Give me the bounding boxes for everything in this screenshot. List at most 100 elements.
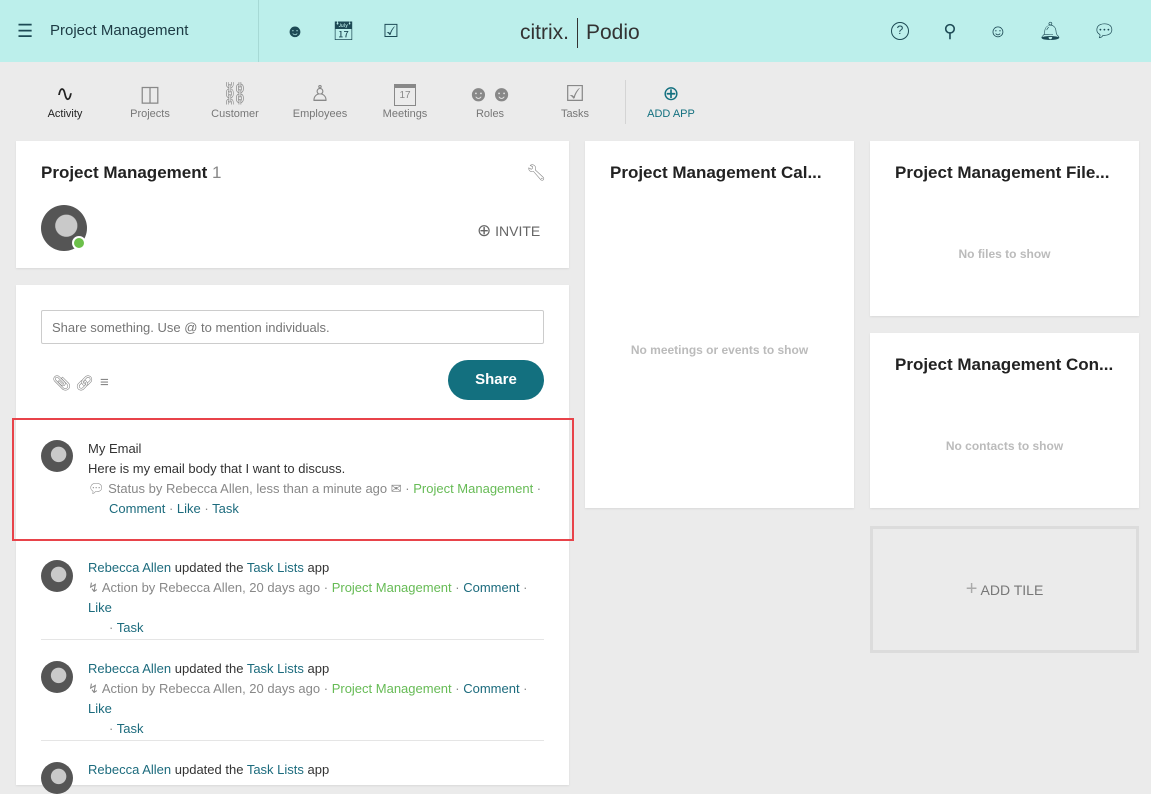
comment-link[interactable]: Comment bbox=[463, 580, 519, 595]
author-link[interactable]: Rebecca Allen bbox=[159, 580, 242, 595]
app-label: Roles bbox=[475, 108, 505, 120]
employee-icon: ♙ bbox=[310, 81, 330, 106]
roles-icon: ☻☻ bbox=[466, 81, 514, 106]
workspace-link[interactable]: Project Management bbox=[332, 681, 452, 696]
object-link[interactable]: Task Lists bbox=[247, 762, 304, 777]
bolt-icon: ↯ bbox=[88, 681, 99, 696]
app-meetings[interactable]: 17 Meetings bbox=[365, 80, 445, 120]
feed-title[interactable]: My Email bbox=[88, 439, 548, 459]
logo-citrix: citrix. bbox=[520, 21, 569, 44]
members-icon[interactable]: ☻ bbox=[284, 20, 306, 42]
invite-button[interactable]: ⊕ INVITE bbox=[477, 221, 540, 241]
app-projects[interactable]: ◫ Projects bbox=[110, 80, 190, 120]
link-icon[interactable]: 🔗︎ bbox=[75, 374, 94, 392]
app-activity[interactable]: ∿ Activity bbox=[25, 80, 105, 120]
avatar[interactable] bbox=[41, 560, 73, 592]
feed-actions: Comment · Like · Task bbox=[109, 501, 239, 516]
object-link[interactable]: Task Lists bbox=[247, 661, 304, 676]
projects-icon: ◫ bbox=[139, 81, 161, 106]
feed-meta: ↯ Action by Rebecca Allen, 20 days ago ·… bbox=[88, 681, 528, 716]
workspace-link[interactable]: Project Management bbox=[413, 481, 533, 496]
feed-item: My Email Here is my email body that I wa… bbox=[88, 439, 548, 519]
top-bar: ☰ Project Management ☻ 📅︎ ☑ citrix. Podi… bbox=[0, 0, 1151, 62]
empty-message: No files to show bbox=[958, 247, 1051, 261]
online-indicator bbox=[72, 236, 86, 250]
profile-icon[interactable]: ☺ bbox=[987, 20, 1009, 42]
actor-link[interactable]: Rebecca Allen bbox=[88, 560, 171, 575]
share-input[interactable] bbox=[41, 310, 544, 344]
actor-link[interactable]: Rebecca Allen bbox=[88, 762, 171, 777]
tile-title[interactable]: Project Management Con... bbox=[895, 355, 1113, 375]
feed-item: Rebecca Allen updated the Task Lists app bbox=[88, 760, 548, 780]
logo-podio: Podio bbox=[586, 21, 640, 44]
help-icon[interactable]: ? bbox=[891, 22, 909, 40]
feed-title: Rebecca Allen updated the Task Lists app bbox=[88, 560, 330, 575]
attachment-icon[interactable]: 📎︎ bbox=[52, 374, 71, 392]
task-link[interactable]: Task bbox=[212, 501, 239, 516]
like-link[interactable]: Like bbox=[88, 701, 112, 716]
app-customer[interactable]: ⛓ Customer bbox=[195, 80, 275, 120]
add-tile-button[interactable]: + ADD TILE bbox=[870, 526, 1139, 653]
app-label: Meetings bbox=[382, 108, 428, 120]
app-label: Customer bbox=[211, 108, 259, 120]
empty-message: No meetings or events to show bbox=[630, 343, 809, 357]
member-count: 1 bbox=[212, 163, 222, 182]
app-tasks[interactable]: ☑ Tasks bbox=[535, 80, 615, 120]
add-tile-label: ADD TILE bbox=[980, 582, 1044, 598]
menu-icon[interactable]: ☰ bbox=[17, 22, 33, 40]
app-label: Activity bbox=[47, 108, 83, 120]
feed-meta: ↯ Action by Rebecca Allen, 20 days ago ·… bbox=[88, 580, 528, 615]
avatar[interactable] bbox=[41, 661, 73, 693]
tile-title[interactable]: Project Management Cal... bbox=[610, 163, 822, 183]
comment-link[interactable]: Comment bbox=[463, 681, 519, 696]
object-link[interactable]: Task Lists bbox=[247, 560, 304, 575]
email-icon: ✉ bbox=[390, 481, 402, 496]
bell-icon[interactable]: 🔔︎ bbox=[1039, 20, 1062, 42]
author-link[interactable]: Rebecca Allen bbox=[166, 481, 249, 496]
status-icon: 💬︎ bbox=[88, 481, 105, 496]
wrench-icon[interactable]: 🔧︎ bbox=[526, 163, 546, 183]
divider bbox=[258, 0, 259, 62]
comment-link[interactable]: Comment bbox=[109, 501, 165, 516]
contacts-tile: Project Management Con... No contacts to… bbox=[870, 333, 1139, 508]
feed-title: Rebecca Allen updated the Task Lists app bbox=[88, 762, 330, 777]
app-label: Tasks bbox=[560, 108, 590, 120]
actor-link[interactable]: Rebecca Allen bbox=[88, 661, 171, 676]
chat-icon[interactable]: 💬︎ bbox=[1093, 20, 1116, 42]
logo[interactable]: citrix. Podio bbox=[520, 18, 640, 48]
files-tile: Project Management File... No files to s… bbox=[870, 141, 1139, 316]
calendar-icon[interactable]: 📅︎ bbox=[332, 20, 355, 42]
divider bbox=[41, 639, 544, 640]
format-icon[interactable]: ≡ bbox=[100, 374, 109, 391]
app-label: Employees bbox=[292, 108, 348, 120]
feed-item: Rebecca Allen updated the Task Lists app… bbox=[88, 558, 548, 638]
workspace-name[interactable]: Project Management bbox=[50, 22, 188, 39]
plus-circle-icon: ⊕ bbox=[662, 83, 680, 105]
empty-message: No contacts to show bbox=[945, 439, 1064, 453]
app-employees[interactable]: ♙ Employees bbox=[280, 80, 360, 120]
author-link[interactable]: Rebecca Allen bbox=[159, 681, 242, 696]
activity-icon: ∿ bbox=[55, 81, 75, 106]
search-icon[interactable]: ⚲ bbox=[939, 20, 961, 42]
bolt-icon: ↯ bbox=[88, 580, 99, 595]
add-app-button[interactable]: ⊕ ADD APP bbox=[631, 80, 711, 120]
like-link[interactable]: Like bbox=[177, 501, 201, 516]
workspace-card: Project Management 1 🔧︎ ⊕ INVITE bbox=[16, 141, 569, 268]
task-link[interactable]: Task bbox=[117, 721, 144, 736]
app-roles[interactable]: ☻☻ Roles bbox=[450, 80, 530, 120]
feed-body: Here is my email body that I want to dis… bbox=[88, 461, 346, 476]
avatar[interactable] bbox=[41, 440, 73, 472]
workspace-link[interactable]: Project Management bbox=[332, 580, 452, 595]
app-label: Projects bbox=[130, 108, 170, 120]
tile-title[interactable]: Project Management File... bbox=[895, 163, 1109, 183]
like-link[interactable]: Like bbox=[88, 600, 112, 615]
app-bar: ∿ Activity ◫ Projects ⛓ Customer ♙ Employees… bbox=[0, 62, 1151, 130]
handshake-icon: ⛓ bbox=[221, 81, 249, 106]
task-icon: ☑ bbox=[565, 81, 585, 106]
avatar[interactable] bbox=[41, 762, 73, 794]
divider bbox=[41, 740, 544, 741]
tasks-icon[interactable]: ☑ bbox=[380, 20, 402, 42]
share-button[interactable]: Share bbox=[448, 360, 544, 400]
divider bbox=[625, 80, 626, 124]
task-link[interactable]: Task bbox=[117, 620, 144, 635]
